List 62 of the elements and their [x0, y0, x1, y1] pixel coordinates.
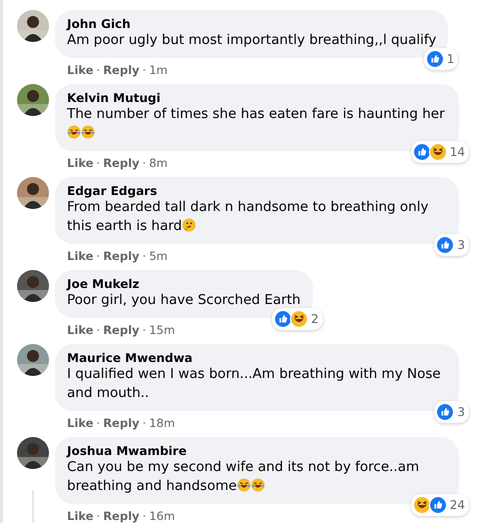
author-name[interactable]: John Gich — [67, 17, 436, 31]
timestamp[interactable]: 5m — [149, 249, 168, 263]
comment-text: The number of times she has eaten fare is haunting her — [67, 105, 447, 143]
timestamp[interactable]: 18m — [149, 416, 175, 430]
action-link[interactable]: Reply — [103, 509, 140, 523]
comment-text: Am poor ugly but most importantly breathing,,l qualify — [67, 31, 436, 50]
separator-dot: · — [142, 323, 146, 337]
reaction-badge[interactable]: 14 — [410, 141, 469, 163]
comment-text: Can you be my second wife and its not by force..am breathing and handsome — [67, 458, 420, 496]
action-link[interactable]: Reply — [103, 323, 140, 337]
action-link[interactable]: Reply — [103, 156, 140, 170]
laughing-emoji-icon — [250, 478, 265, 492]
laughing-emoji-icon — [428, 143, 447, 161]
author-name[interactable]: Kelvin Mutugi — [67, 91, 447, 105]
author-name[interactable]: Joe Mukelz — [67, 277, 301, 291]
action-link[interactable]: Like — [67, 63, 94, 77]
comment-text: From bearded tall dark n handsome to breathing only this earth is hard — [67, 198, 430, 236]
reaction-badge[interactable]: 3 — [434, 401, 469, 423]
thumbs-up-icon — [428, 496, 447, 514]
separator-dot: · — [96, 509, 100, 523]
timestamp[interactable]: 15m — [149, 323, 175, 337]
author-name[interactable]: Joshua Mwambire — [67, 444, 447, 458]
separator-dot: · — [96, 416, 100, 430]
action-link[interactable]: Like — [67, 323, 94, 337]
reaction-badge[interactable]: 2 — [272, 308, 323, 330]
action-link[interactable]: Like — [67, 416, 94, 430]
separator-dot: · — [142, 63, 146, 77]
timestamp[interactable]: 16m — [149, 509, 175, 523]
action-link[interactable]: Reply — [103, 249, 140, 263]
timestamp[interactable]: 1m — [149, 63, 168, 77]
separator-dot: · — [96, 63, 100, 77]
author-name[interactable]: Edgar Edgars — [67, 184, 447, 198]
laughing-emoji-icon — [81, 125, 95, 139]
laughing-emoji-icon — [236, 478, 251, 492]
thumbs-up-icon — [436, 403, 454, 421]
reaction-badge[interactable]: 24 — [410, 494, 469, 516]
timestamp[interactable]: 8m — [149, 156, 168, 170]
action-link[interactable]: Like — [67, 509, 94, 523]
reaction-badge[interactable]: 3 — [434, 234, 469, 256]
thumbs-up-icon — [436, 236, 454, 254]
reaction-badge[interactable]: 1 — [424, 48, 458, 70]
comment-text: Poor girl, you have Scorched Earth — [67, 291, 301, 310]
separator-dot: · — [96, 156, 100, 170]
comment-text: I qualified wen I was born...Am breathing with my Nose and mouth.. — [67, 365, 442, 403]
separator-dot: · — [142, 509, 146, 523]
action-link[interactable]: Reply — [103, 416, 140, 430]
thumbs-up-icon — [274, 310, 292, 328]
separator-dot: · — [142, 416, 146, 430]
thumbs-up-icon — [426, 50, 444, 68]
action-link[interactable]: Like — [67, 249, 94, 263]
separator-dot: · — [142, 156, 146, 170]
separator-dot: · — [142, 249, 146, 263]
laughing-emoji-icon — [412, 496, 431, 514]
thinking-emoji-icon — [182, 218, 196, 232]
laughing-emoji-icon — [290, 310, 308, 328]
action-link[interactable]: Reply — [103, 63, 140, 77]
separator-dot: · — [96, 323, 100, 337]
separator-dot: · — [96, 249, 100, 263]
thumbs-up-icon — [412, 143, 431, 161]
action-link[interactable]: Like — [67, 156, 94, 170]
laughing-emoji-icon — [67, 125, 81, 139]
author-name[interactable]: Maurice Mwendwa — [67, 351, 447, 365]
